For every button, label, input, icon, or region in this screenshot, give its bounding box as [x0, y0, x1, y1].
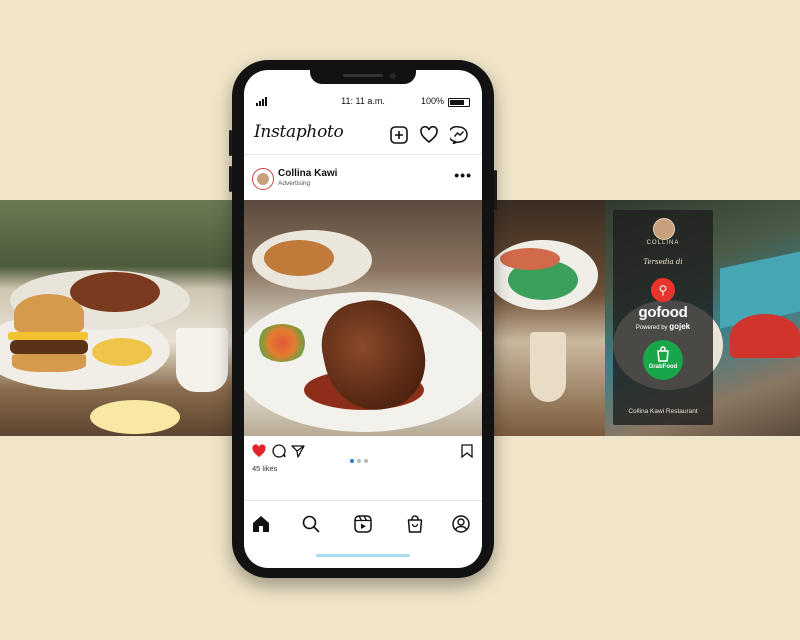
- post-header: Collina Kawi Advertising •••: [244, 156, 482, 198]
- phone-screen: 11: 11 a.m. 100% Instaphoto Collina Kawi…: [244, 70, 482, 568]
- battery-icon: [448, 98, 470, 107]
- like-heart-icon[interactable]: [252, 444, 266, 458]
- collina-logo: [653, 218, 675, 240]
- heart-icon[interactable]: [420, 126, 438, 144]
- home-icon[interactable]: [252, 515, 270, 533]
- grabfood-badge: GrabFood: [643, 340, 683, 380]
- bookmark-icon[interactable]: [460, 444, 474, 458]
- shop-icon[interactable]: [406, 515, 424, 533]
- carousel-dot: [350, 459, 354, 463]
- carousel-dot: [357, 459, 361, 463]
- carousel-dot: [364, 459, 368, 463]
- new-post-icon[interactable]: [390, 126, 408, 144]
- post-actions: [244, 440, 482, 463]
- app-logo[interactable]: Instaphoto: [254, 122, 344, 142]
- grabfood-label: GrabFood: [648, 364, 678, 370]
- profile-icon[interactable]: [452, 515, 470, 533]
- delivery-promo-card: COLLINA Tersedia di ⚲ gofood Powered by …: [613, 210, 713, 425]
- phone-mockup: 11: 11 a.m. 100% Instaphoto Collina Kawi…: [229, 60, 497, 578]
- post-image[interactable]: [244, 200, 482, 436]
- reels-icon[interactable]: [354, 515, 372, 533]
- powered-by-label: Powered by: [635, 325, 668, 331]
- notch: [310, 70, 416, 84]
- clock: 11: 11 a.m.: [341, 96, 385, 106]
- gofood-logo-text: gofood: [638, 304, 688, 321]
- share-icon[interactable]: [291, 444, 305, 458]
- search-icon[interactable]: [302, 515, 320, 533]
- messenger-icon[interactable]: [450, 126, 468, 144]
- fork-spoon-icon: ⚲: [651, 278, 675, 302]
- background-food: [264, 240, 334, 276]
- account-name[interactable]: Collina Kawi: [278, 168, 337, 179]
- restaurant-name-footer: Collina Kawi Restaurant: [628, 408, 698, 415]
- gojek-label: gojek: [669, 322, 691, 331]
- shopping-bag-icon: [657, 346, 669, 362]
- bottom-navigation: [244, 500, 482, 541]
- avatar[interactable]: [252, 168, 274, 190]
- comment-icon[interactable]: [272, 444, 286, 458]
- burger-photo: [0, 200, 245, 436]
- more-options-icon[interactable]: •••: [454, 168, 472, 182]
- collina-logo-text: COLLINA: [646, 240, 680, 246]
- battery-percentage: 100%: [420, 96, 444, 106]
- carousel-indicator: [350, 450, 371, 468]
- gojek-powered-text: Powered by gojek: [613, 322, 713, 331]
- umbrella-photo: [730, 314, 800, 358]
- likes-count[interactable]: 45 likes: [252, 464, 277, 473]
- side-salad: [256, 324, 308, 362]
- status-bar: 11: 11 a.m. 100%: [244, 94, 482, 110]
- sponsored-label: Advertising: [278, 180, 311, 187]
- available-at-text: Tersedia di: [643, 258, 683, 266]
- pasta-coffee-photo: [480, 200, 605, 436]
- app-header: Instaphoto: [244, 114, 482, 155]
- home-indicator[interactable]: [316, 554, 410, 557]
